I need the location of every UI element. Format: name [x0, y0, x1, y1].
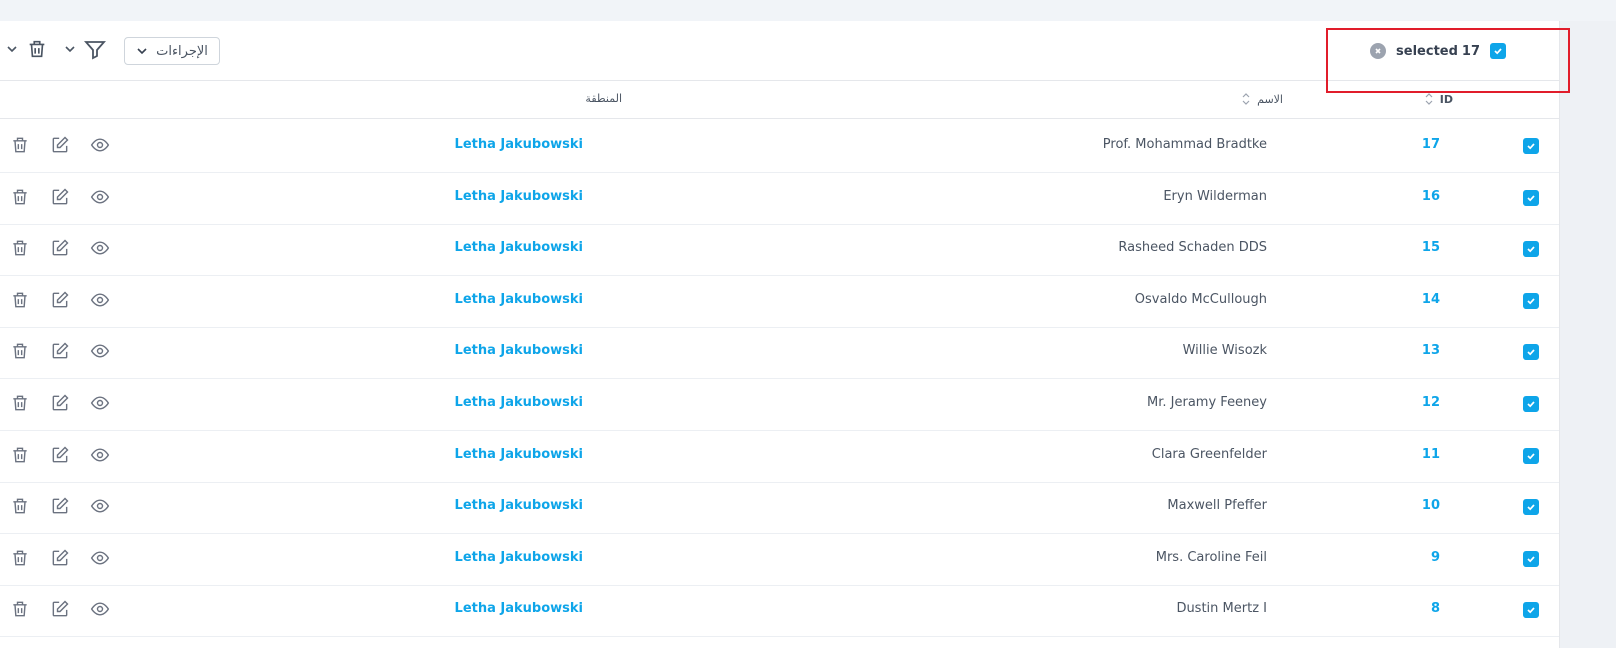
name-cell: Osvaldo McCullough — [1134, 291, 1267, 307]
column-header-name[interactable]: الاسم — [1241, 92, 1283, 106]
edit-icon[interactable] — [50, 238, 70, 258]
row-checkbox[interactable] — [1523, 499, 1539, 516]
column-header-region[interactable]: المنطقة — [585, 92, 622, 105]
view-icon[interactable] — [90, 187, 110, 207]
table-row[interactable]: Letha Jakubowski Maxwell Pfeffer 10 — [0, 481, 1559, 535]
table-row[interactable]: Letha Jakubowski Clara Greenfelder 11 — [0, 430, 1559, 483]
view-icon[interactable] — [90, 599, 110, 619]
highlight-box — [1326, 28, 1570, 93]
edit-icon[interactable] — [50, 393, 70, 413]
region-link[interactable]: Letha Jakubowski — [455, 601, 583, 616]
region-link[interactable]: Letha Jakubowski — [455, 137, 583, 152]
region-link[interactable]: Letha Jakubowski — [455, 395, 583, 410]
sort-icon[interactable] — [1241, 92, 1251, 106]
region-link[interactable]: Letha Jakubowski — [455, 343, 583, 358]
view-icon[interactable] — [90, 496, 110, 516]
sort-icon[interactable] — [1424, 92, 1434, 106]
trash-icon[interactable] — [10, 496, 30, 516]
edit-icon[interactable] — [50, 341, 70, 361]
id-link[interactable]: 15 — [1422, 240, 1440, 255]
id-link[interactable]: 17 — [1422, 137, 1440, 152]
actions-dropdown[interactable]: الإجراءات — [124, 37, 220, 65]
edit-icon[interactable] — [50, 290, 70, 310]
region-link[interactable]: Letha Jakubowski — [455, 292, 583, 307]
name-cell: Rasheed Schaden DDS — [1118, 240, 1267, 256]
view-icon[interactable] — [90, 548, 110, 568]
trash-icon[interactable] — [10, 393, 30, 413]
table-row[interactable]: Letha Jakubowski Eryn Wilderman 16 — [0, 172, 1559, 225]
name-cell: Willie Wisozk — [1182, 343, 1267, 359]
row-checkbox[interactable] — [1523, 396, 1539, 412]
region-link[interactable]: Letha Jakubowski — [455, 240, 583, 255]
trash-icon[interactable] — [10, 548, 30, 568]
edit-icon[interactable] — [50, 599, 70, 619]
actions-label: الإجراءات — [156, 43, 208, 59]
view-icon[interactable] — [90, 341, 110, 361]
edit-icon[interactable] — [50, 445, 70, 465]
row-checkbox[interactable] — [1523, 550, 1539, 567]
trash-icon[interactable] — [10, 135, 30, 155]
id-link[interactable]: 16 — [1422, 189, 1440, 204]
row-checkbox[interactable] — [1523, 189, 1539, 206]
edit-icon[interactable] — [50, 496, 70, 516]
trash-icon[interactable] — [10, 187, 30, 207]
name-cell: Eryn Wilderman — [1163, 188, 1267, 204]
id-link[interactable]: 8 — [1431, 601, 1440, 616]
trash-icon[interactable] — [10, 599, 30, 619]
view-icon[interactable] — [90, 290, 110, 310]
trash-icon[interactable] — [10, 238, 30, 258]
id-link[interactable]: 11 — [1422, 447, 1440, 462]
row-checkbox[interactable] — [1523, 447, 1539, 464]
resource-panel: الإجراءات selected 17 المنطقة الاسم ID L… — [0, 21, 1559, 648]
chevron-down-icon[interactable] — [6, 43, 18, 55]
table-row[interactable]: Letha Jakubowski Prof. Mohammad Bradtke … — [0, 120, 1559, 173]
chevron-down-icon[interactable] — [64, 43, 76, 55]
table-row[interactable]: Letha Jakubowski Mr. Jeramy Feeney 12 — [0, 378, 1559, 431]
edit-icon[interactable] — [50, 187, 70, 207]
id-link[interactable]: 12 — [1422, 395, 1440, 410]
chevron-down-icon — [136, 45, 148, 57]
region-link[interactable]: Letha Jakubowski — [455, 447, 583, 462]
name-cell: Mr. Jeramy Feeney — [1147, 395, 1267, 410]
name-cell: Maxwell Pfeffer — [1167, 498, 1267, 514]
row-checkbox[interactable] — [1523, 241, 1539, 258]
trash-icon[interactable] — [10, 290, 30, 310]
view-icon[interactable] — [90, 445, 110, 465]
view-icon[interactable] — [90, 135, 110, 155]
view-icon[interactable] — [90, 238, 110, 258]
column-header-id[interactable]: ID — [1424, 92, 1453, 106]
edit-icon[interactable] — [50, 135, 70, 155]
id-link[interactable]: 13 — [1422, 343, 1440, 358]
trash-icon[interactable] — [10, 341, 30, 361]
trash-icon[interactable] — [26, 38, 48, 60]
name-cell: Dustin Mertz I — [1176, 601, 1267, 617]
trash-icon[interactable] — [10, 445, 30, 465]
name-cell: Prof. Mohammad Bradtke — [1102, 137, 1267, 152]
region-link[interactable]: Letha Jakubowski — [455, 189, 583, 204]
table-row[interactable]: Letha Jakubowski Rasheed Schaden DDS 15 — [0, 223, 1559, 277]
name-cell: Mrs. Caroline Feil — [1155, 549, 1267, 565]
name-cell: Clara Greenfelder — [1151, 446, 1267, 462]
id-link[interactable]: 10 — [1422, 498, 1440, 513]
id-link[interactable]: 14 — [1422, 292, 1440, 307]
row-checkbox[interactable] — [1523, 138, 1539, 154]
id-link[interactable]: 9 — [1431, 550, 1440, 565]
edit-icon[interactable] — [50, 548, 70, 568]
filter-icon[interactable] — [83, 38, 107, 62]
region-link[interactable]: Letha Jakubowski — [455, 550, 583, 565]
view-icon[interactable] — [90, 393, 110, 413]
table-row[interactable]: Letha Jakubowski Willie Wisozk 13 — [0, 326, 1559, 380]
row-checkbox[interactable] — [1523, 602, 1539, 619]
row-checkbox[interactable] — [1523, 344, 1539, 361]
row-checkbox[interactable] — [1523, 292, 1539, 309]
table-row[interactable]: Letha Jakubowski Dustin Mertz I 8 — [0, 584, 1559, 638]
scrollbar[interactable] — [1559, 21, 1616, 648]
table-row[interactable]: Letha Jakubowski Osvaldo McCullough 14 — [0, 275, 1559, 328]
table-row[interactable]: Letha Jakubowski Mrs. Caroline Feil 9 — [0, 533, 1559, 586]
region-link[interactable]: Letha Jakubowski — [455, 498, 583, 513]
